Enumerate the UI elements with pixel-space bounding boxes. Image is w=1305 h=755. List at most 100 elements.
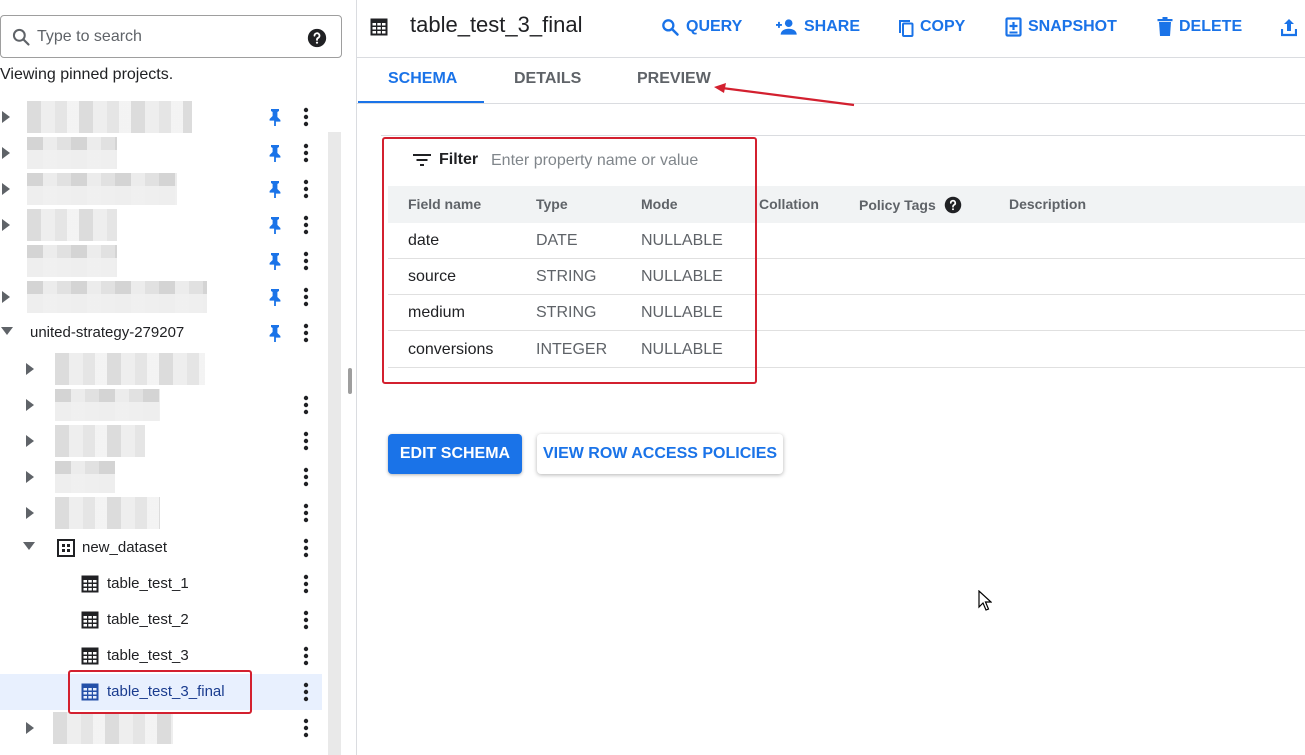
delete-button[interactable]: DELETE <box>1157 16 1242 38</box>
pin-icon[interactable] <box>267 252 283 270</box>
delete-label: DELETE <box>1179 18 1243 35</box>
redacted-dataset-name <box>55 389 160 421</box>
tab-preview[interactable]: PREVIEW <box>637 70 711 88</box>
query-label: QUERY <box>686 18 743 35</box>
pin-icon[interactable] <box>267 180 283 198</box>
tree-row-project[interactable] <box>0 279 322 315</box>
annotation-highlight-box <box>382 137 757 384</box>
caret-right-icon[interactable] <box>25 362 37 376</box>
export-button[interactable] <box>1281 16 1297 38</box>
tree-row-dataset[interactable] <box>0 495 322 531</box>
project-name: united-strategy-279207 <box>30 324 185 341</box>
more-vert-icon[interactable] <box>300 251 312 271</box>
delete-icon <box>1157 17 1173 36</box>
search-input[interactable] <box>37 24 297 50</box>
more-vert-icon[interactable] <box>300 323 312 343</box>
tab-schema[interactable]: SCHEMA <box>388 70 457 88</box>
more-vert-icon[interactable] <box>300 682 312 702</box>
tree-row-dataset[interactable] <box>0 459 322 495</box>
tree-row-project[interactable] <box>0 207 322 243</box>
table-name: table_test_1 <box>107 575 189 592</box>
tab-details[interactable]: DETAILS <box>514 70 581 88</box>
caret-right-icon[interactable] <box>25 434 37 448</box>
more-vert-icon[interactable] <box>300 610 312 630</box>
more-vert-icon[interactable] <box>300 215 312 235</box>
share-button[interactable]: SHARE <box>776 16 860 38</box>
redacted-project-name <box>27 209 117 241</box>
content-divider <box>381 135 1305 136</box>
more-vert-icon[interactable] <box>300 143 312 163</box>
more-vert-icon[interactable] <box>300 395 312 415</box>
more-vert-icon[interactable] <box>300 107 312 127</box>
view-row-access-policies-button[interactable]: VIEW ROW ACCESS POLICIES <box>537 434 783 474</box>
snapshot-button[interactable]: SNAPSHOT <box>1005 16 1117 38</box>
tree-row-dataset-expanded[interactable]: new_dataset <box>0 530 322 566</box>
dataset-icon <box>57 539 75 557</box>
tree-row-table[interactable]: table_test_3 <box>0 638 322 674</box>
share-label: SHARE <box>804 18 861 35</box>
pin-icon[interactable] <box>267 324 283 342</box>
table-name: table_test_2 <box>107 611 189 628</box>
tree-row-project[interactable] <box>0 135 322 171</box>
redacted-dataset-name <box>55 425 145 457</box>
snapshot-label: SNAPSHOT <box>1028 18 1117 35</box>
help-icon[interactable] <box>307 28 327 48</box>
caret-down-icon[interactable] <box>22 541 35 555</box>
redacted-project-name <box>27 137 117 169</box>
column-header: Policy Tags <box>859 197 936 213</box>
edit-schema-button[interactable]: EDIT SCHEMA <box>388 434 522 474</box>
pin-icon[interactable] <box>267 288 283 306</box>
more-vert-icon[interactable] <box>300 467 312 487</box>
caret-right-icon[interactable] <box>1 182 13 196</box>
redacted-project-name <box>27 281 207 313</box>
copy-button[interactable]: COPY <box>897 16 965 38</box>
mouse-cursor-icon <box>978 590 992 611</box>
caret-right-icon[interactable] <box>25 721 37 735</box>
tree-row-project[interactable] <box>0 171 322 207</box>
more-vert-icon[interactable] <box>300 574 312 594</box>
dataset-name: new_dataset <box>82 539 168 556</box>
tree-row-dataset[interactable] <box>0 351 322 387</box>
column-header-policy-tags: Policy Tags <box>859 196 962 214</box>
more-vert-icon[interactable] <box>300 503 312 523</box>
tree-row-project-expanded[interactable]: united-strategy-279207 <box>0 315 322 351</box>
toolbar-divider <box>357 57 1305 58</box>
copy-label: COPY <box>920 18 966 35</box>
tree-scrollbar[interactable] <box>328 132 341 755</box>
pin-icon[interactable] <box>267 216 283 234</box>
tree-row-project[interactable] <box>0 243 322 279</box>
query-button[interactable]: QUERY <box>660 16 742 38</box>
tree-row-dataset[interactable] <box>0 387 322 423</box>
tree-row-dataset[interactable] <box>0 710 322 746</box>
caret-right-icon[interactable] <box>25 470 37 484</box>
caret-right-icon[interactable] <box>1 218 13 232</box>
help-icon[interactable] <box>944 196 962 214</box>
caret-right-icon[interactable] <box>25 398 37 412</box>
more-vert-icon[interactable] <box>300 718 312 738</box>
pin-icon[interactable] <box>267 144 283 162</box>
table-icon <box>81 611 99 629</box>
tree-row-table[interactable]: table_test_2 <box>0 602 322 638</box>
tree-row-project[interactable] <box>0 99 322 135</box>
column-header: Collation <box>759 196 819 212</box>
column-header: Description <box>1009 196 1087 212</box>
caret-right-icon[interactable] <box>1 110 13 124</box>
caret-right-icon[interactable] <box>1 146 13 160</box>
more-vert-icon[interactable] <box>300 431 312 451</box>
pin-icon[interactable] <box>267 108 283 126</box>
tree-row-table[interactable]: table_test_1 <box>0 566 322 602</box>
more-vert-icon[interactable] <box>300 538 312 558</box>
export-icon <box>1281 18 1297 36</box>
search-icon <box>12 28 30 46</box>
panel-resize-handle[interactable] <box>348 368 352 394</box>
snapshot-icon <box>1005 17 1022 37</box>
more-vert-icon[interactable] <box>300 287 312 307</box>
caret-right-icon[interactable] <box>1 290 13 304</box>
tree-row-dataset[interactable] <box>0 423 322 459</box>
main-panel: table_test_3_final QUERY SHARE COPY SNAP… <box>357 0 1305 755</box>
more-vert-icon[interactable] <box>300 646 312 666</box>
caret-down-icon[interactable] <box>0 326 13 340</box>
caret-right-icon[interactable] <box>25 506 37 520</box>
more-vert-icon[interactable] <box>300 179 312 199</box>
search-box[interactable] <box>0 15 342 58</box>
